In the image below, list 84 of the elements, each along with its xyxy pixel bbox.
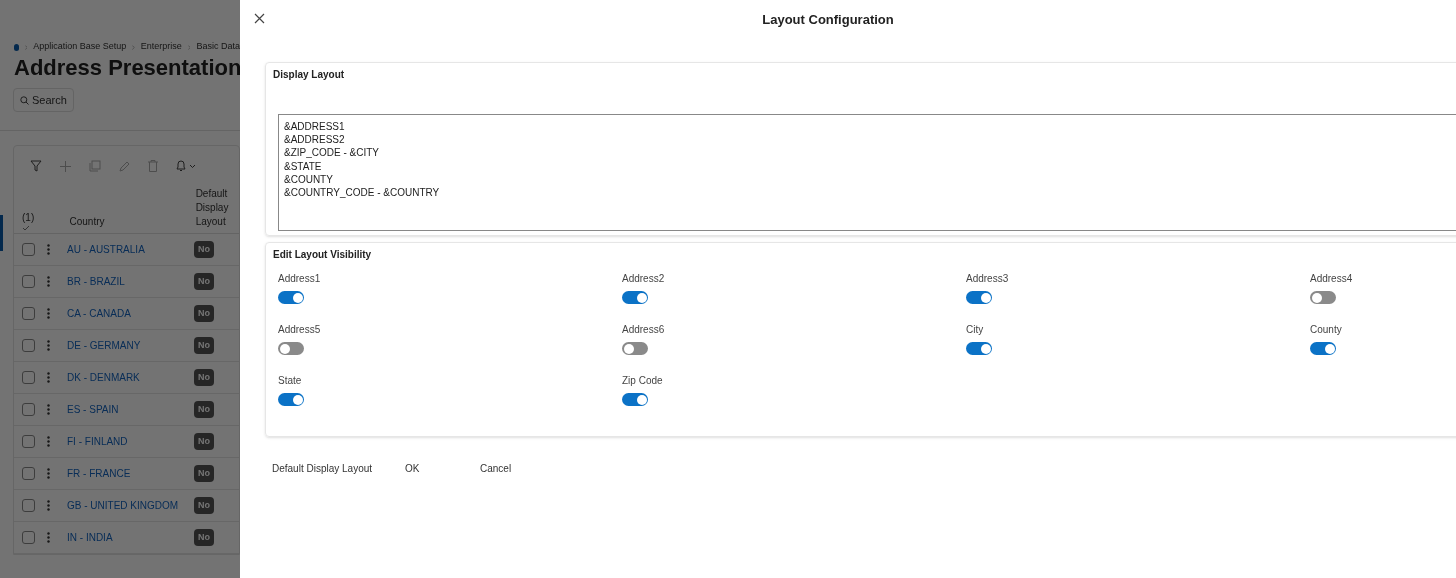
more-icon[interactable] bbox=[47, 276, 50, 287]
country-link[interactable]: CA - CANADA bbox=[67, 306, 194, 321]
selection-count: (1) bbox=[22, 211, 36, 225]
status-badge: No bbox=[194, 529, 214, 546]
dialog-button[interactable]: Default Display Layout bbox=[265, 455, 405, 481]
toggle-label: Address5 bbox=[278, 324, 321, 336]
status-badge: No bbox=[194, 337, 214, 354]
row-checkbox[interactable] bbox=[22, 531, 35, 544]
toggle-label: Address1 bbox=[278, 273, 321, 285]
toggle-switch[interactable] bbox=[1310, 342, 1336, 355]
toggle-switch[interactable] bbox=[622, 393, 648, 406]
toggle-switch[interactable] bbox=[622, 342, 648, 355]
column-header[interactable]: Country bbox=[57, 214, 196, 233]
country-link[interactable]: BR - BRAZIL bbox=[67, 274, 194, 289]
check-icon[interactable] bbox=[22, 225, 30, 231]
trash-icon[interactable] bbox=[148, 160, 158, 172]
toggle-switch[interactable] bbox=[278, 393, 304, 406]
section-heading: Display Layout bbox=[273, 69, 346, 81]
toggle-switch[interactable] bbox=[278, 291, 304, 304]
dialog-title: Layout Configuration bbox=[762, 11, 894, 30]
more-icon[interactable] bbox=[47, 468, 50, 479]
toggle-label: Address6 bbox=[622, 324, 665, 336]
more-icon[interactable] bbox=[47, 404, 50, 415]
row-checkbox[interactable] bbox=[22, 307, 35, 320]
status-badge: No bbox=[194, 305, 214, 322]
status-badge: No bbox=[194, 401, 214, 418]
section-heading: Edit Layout Visibility bbox=[273, 249, 373, 261]
status-badge: No bbox=[194, 369, 214, 386]
home-icon[interactable] bbox=[14, 43, 19, 51]
country-link[interactable]: DE - GERMANY bbox=[67, 338, 194, 353]
bell-icon[interactable] bbox=[176, 160, 196, 172]
status-badge: No bbox=[194, 241, 214, 258]
dialog-button[interactable]: Cancel bbox=[480, 455, 560, 481]
country-link[interactable]: AU - AUSTRALIA bbox=[67, 242, 194, 257]
row-checkbox[interactable] bbox=[22, 499, 35, 512]
row-checkbox[interactable] bbox=[22, 339, 35, 352]
pencil-icon[interactable] bbox=[119, 160, 130, 172]
dialog-button[interactable]: OK bbox=[405, 455, 480, 481]
toggle-label: Address4 bbox=[1310, 273, 1353, 285]
more-icon[interactable] bbox=[47, 244, 50, 255]
toggle-label: Zip Code bbox=[622, 375, 663, 387]
toggle-label: State bbox=[278, 375, 302, 387]
toggle-label: County bbox=[1310, 324, 1342, 336]
more-icon[interactable] bbox=[47, 436, 50, 447]
row-checkbox[interactable] bbox=[22, 467, 35, 480]
more-icon[interactable] bbox=[47, 372, 50, 383]
status-badge: No bbox=[194, 465, 214, 482]
more-icon[interactable] bbox=[47, 532, 50, 543]
breadcrumb-link[interactable]: Application Base Setup bbox=[33, 40, 127, 54]
toggle-switch[interactable] bbox=[622, 291, 648, 304]
status-badge: No bbox=[194, 497, 214, 514]
breadcrumb-link[interactable]: Enterprise bbox=[140, 40, 182, 54]
row-checkbox[interactable] bbox=[22, 403, 35, 416]
breadcrumb-link[interactable]: Basic Data bbox=[196, 40, 240, 54]
more-icon[interactable] bbox=[47, 340, 50, 351]
toggle-switch[interactable] bbox=[1310, 291, 1336, 304]
search-button[interactable]: Search bbox=[13, 88, 74, 112]
toggle-switch[interactable] bbox=[966, 291, 992, 304]
toggle-label: City bbox=[966, 324, 984, 336]
more-icon[interactable] bbox=[47, 500, 50, 511]
toggle-label: Address3 bbox=[966, 273, 1009, 285]
row-checkbox[interactable] bbox=[22, 243, 35, 256]
country-link[interactable]: FR - FRANCE bbox=[67, 466, 194, 481]
row-checkbox[interactable] bbox=[22, 435, 35, 448]
layout-text-area[interactable]: &ADDRESS1 &ADDRESS2 &ZIP_CODE - &CITY &STATE &COUNTY &COUNTRY_CODE - &COUNTRY bbox=[278, 114, 1456, 231]
status-badge: No bbox=[194, 273, 214, 290]
row-checkbox[interactable] bbox=[22, 371, 35, 384]
column-header[interactable]: Default Display Layout bbox=[195, 187, 239, 233]
page-title: Address Presentation bbox=[13, 54, 240, 82]
country-link[interactable]: FI - FINLAND bbox=[67, 434, 194, 449]
toggle-switch[interactable] bbox=[278, 342, 304, 355]
status-badge: No bbox=[194, 433, 214, 450]
more-icon[interactable] bbox=[47, 308, 50, 319]
toggle-label: Address2 bbox=[622, 273, 665, 285]
country-link[interactable]: GB - UNITED KINGDOM bbox=[67, 498, 194, 513]
filter-icon[interactable] bbox=[30, 160, 42, 172]
toggle-switch[interactable] bbox=[966, 342, 992, 355]
country-link[interactable]: DK - DENMARK bbox=[67, 370, 194, 385]
country-link[interactable]: IN - INDIA bbox=[67, 530, 194, 545]
close-icon[interactable] bbox=[254, 13, 265, 24]
search-icon bbox=[20, 95, 29, 105]
add-icon[interactable] bbox=[60, 160, 71, 172]
country-link[interactable]: ES - SPAIN bbox=[67, 402, 194, 417]
row-checkbox[interactable] bbox=[22, 275, 35, 288]
